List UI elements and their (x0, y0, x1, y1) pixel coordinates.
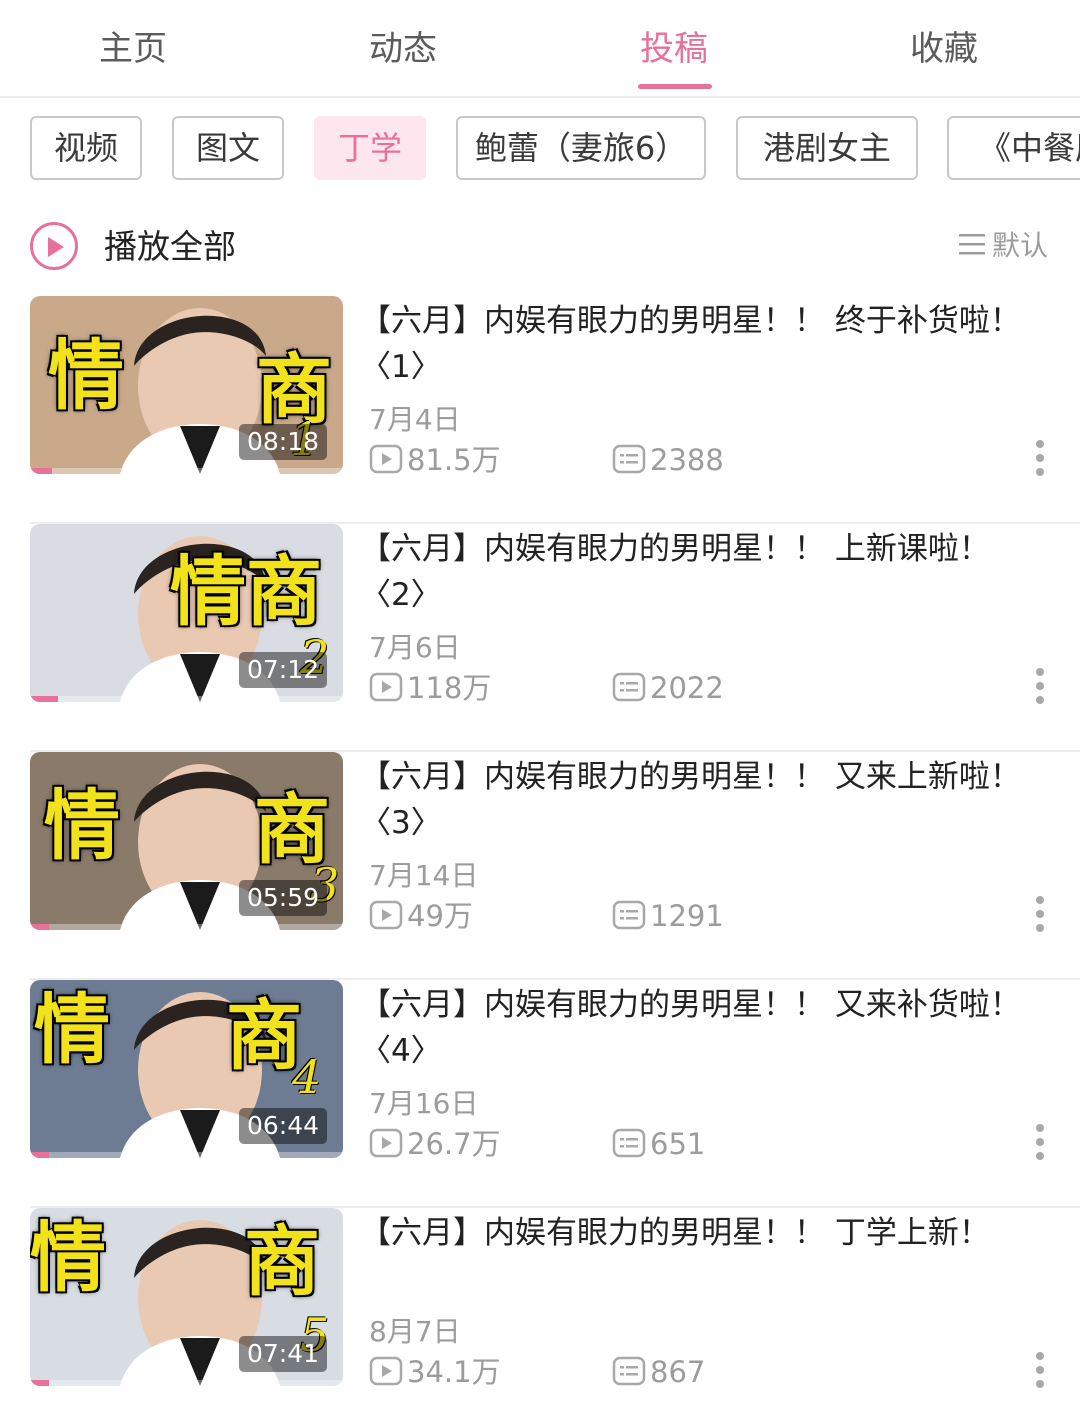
danmaku-count: 2388 (612, 442, 724, 482)
danmaku-count: 867 (612, 1354, 705, 1394)
video-row[interactable]: 情 商 1 08:18 【六月】内娱有眼力的男明星！！ 终于补货啦！〈1〉 7月… (30, 296, 1080, 524)
watch-progress-track (30, 468, 343, 474)
video-row[interactable]: 情 商 3 05:59 【六月】内娱有眼力的男明星！！ 又来上新啦！〈3〉 7月… (30, 752, 1080, 980)
more-vertical-icon[interactable] (1030, 1124, 1050, 1160)
more-vertical-icon[interactable] (1030, 668, 1050, 704)
chip-hk-drama-actress[interactable]: 港剧女主 (736, 116, 918, 180)
video-row[interactable]: 情 商 5 07:41 【六月】内娱有眼力的男明星！！ 丁学上新！ 8月7日 3… (30, 1208, 1080, 1404)
watch-progress-track (30, 696, 343, 702)
video-title[interactable]: 【六月】内娱有眼力的男明星！！ 又来上新啦！〈3〉 (360, 754, 1040, 846)
upload-date: 7月6日 (369, 631, 461, 664)
tab-submissions[interactable]: 投稿 (574, 24, 774, 74)
view-count: 49万 (369, 898, 473, 938)
upload-date: 7月4日 (369, 403, 461, 436)
play-box-icon (369, 900, 403, 938)
video-title[interactable]: 【六月】内娱有眼力的男明星！！ 终于补货啦！〈1〉 (360, 298, 1040, 390)
watch-progress-track (30, 1380, 343, 1386)
video-title[interactable]: 【六月】内娱有眼力的男明星！！ 丁学上新！ (360, 1210, 1040, 1256)
danmaku-count: 1291 (612, 898, 724, 938)
watch-progress-bar (30, 1152, 49, 1158)
danmaku-icon (612, 900, 646, 938)
play-all-row: 播放全部 默认 (30, 220, 1050, 276)
thumbnail-caption-left: 情 (48, 331, 124, 420)
danmaku-icon (612, 672, 646, 710)
video-row[interactable]: 情 商 2 07:12 【六月】内娱有眼力的男明星！！ 上新课啦！〈2〉 7月6… (30, 524, 1080, 752)
thumbnail-caption-right: 商 (254, 785, 330, 874)
chip-dingxue[interactable]: 丁学 (314, 116, 426, 180)
watch-progress-track (30, 1152, 343, 1158)
watch-progress-track (30, 924, 343, 930)
tab-favorites[interactable]: 收藏 (844, 24, 1044, 74)
more-vertical-icon[interactable] (1030, 1352, 1050, 1388)
chip-video[interactable]: 视频 (30, 116, 142, 180)
duration-badge: 08:18 (238, 424, 327, 460)
upload-date: 7月14日 (369, 859, 479, 892)
thumbnail-caption-right: 商 (246, 547, 322, 636)
video-title[interactable]: 【六月】内娱有眼力的男明星！！ 又来补货啦！〈4〉 (360, 982, 1040, 1074)
danmaku-icon (612, 1128, 646, 1166)
thumbnail-caption-left: 情 (170, 547, 246, 636)
more-vertical-icon[interactable] (1030, 440, 1050, 476)
video-thumbnail[interactable]: 情 商 5 07:41 (30, 1208, 343, 1386)
duration-badge: 06:44 (238, 1108, 327, 1144)
duration-badge: 07:12 (238, 652, 327, 688)
view-count: 118万 (369, 670, 491, 710)
thumbnail-caption-left: 情 (30, 1213, 106, 1302)
video-thumbnail[interactable]: 情 商 3 05:59 (30, 752, 343, 930)
chip-baolei[interactable]: 鲍蕾（妻旅6） (456, 116, 706, 180)
watch-progress-bar (30, 468, 52, 474)
duration-badge: 05:59 (238, 880, 327, 916)
filter-chip-row: 视频 图文 丁学 鲍蕾（妻旅6） 港剧女主 《中餐厅 (0, 114, 1080, 182)
upload-date: 8月7日 (369, 1315, 461, 1348)
watch-progress-bar (30, 1380, 49, 1386)
view-count: 26.7万 (369, 1126, 501, 1166)
chip-image-text[interactable]: 图文 (172, 116, 284, 180)
active-tab-indicator (638, 84, 712, 89)
danmaku-count: 651 (612, 1126, 705, 1166)
thumbnail-caption-right: 商 (226, 991, 302, 1080)
danmaku-icon (612, 1356, 646, 1394)
thumbnail-episode-number: 4 (292, 1050, 322, 1104)
video-thumbnail[interactable]: 情 商 4 06:44 (30, 980, 343, 1158)
video-thumbnail[interactable]: 情 商 1 08:18 (30, 296, 343, 474)
upload-date: 7月16日 (369, 1087, 479, 1120)
video-row[interactable]: 情 商 4 06:44 【六月】内娱有眼力的男明星！！ 又来补货啦！〈4〉 7月… (30, 980, 1080, 1208)
play-all-label[interactable]: 播放全部 (104, 224, 236, 270)
tab-home[interactable]: 主页 (33, 24, 233, 74)
sort-button[interactable]: 默认 (958, 226, 1048, 267)
video-thumbnail[interactable]: 情 商 2 07:12 (30, 524, 343, 702)
play-box-icon (369, 1128, 403, 1166)
play-circle-icon[interactable] (30, 222, 78, 270)
video-title[interactable]: 【六月】内娱有眼力的男明星！！ 上新课啦！〈2〉 (360, 526, 1040, 618)
menu-lines-icon (958, 227, 986, 267)
sort-label: 默认 (991, 229, 1048, 262)
danmaku-icon (612, 444, 646, 482)
duration-badge: 07:41 (238, 1336, 327, 1372)
play-box-icon (369, 1356, 403, 1394)
watch-progress-bar (30, 924, 49, 930)
view-count: 34.1万 (369, 1354, 501, 1394)
chip-restaurant[interactable]: 《中餐厅 (947, 116, 1080, 180)
thumbnail-caption-left: 情 (34, 985, 110, 1074)
view-count: 81.5万 (369, 442, 501, 482)
play-box-icon (369, 672, 403, 710)
danmaku-count: 2022 (612, 670, 724, 710)
thumbnail-caption-right: 商 (244, 1217, 320, 1306)
top-tab-bar: 主页 动态 投稿 收藏 (0, 0, 1080, 98)
watch-progress-bar (30, 696, 59, 702)
play-box-icon (369, 444, 403, 482)
thumbnail-caption-left: 情 (44, 781, 120, 870)
tab-dynamic[interactable]: 动态 (303, 24, 503, 74)
more-vertical-icon[interactable] (1030, 896, 1050, 932)
